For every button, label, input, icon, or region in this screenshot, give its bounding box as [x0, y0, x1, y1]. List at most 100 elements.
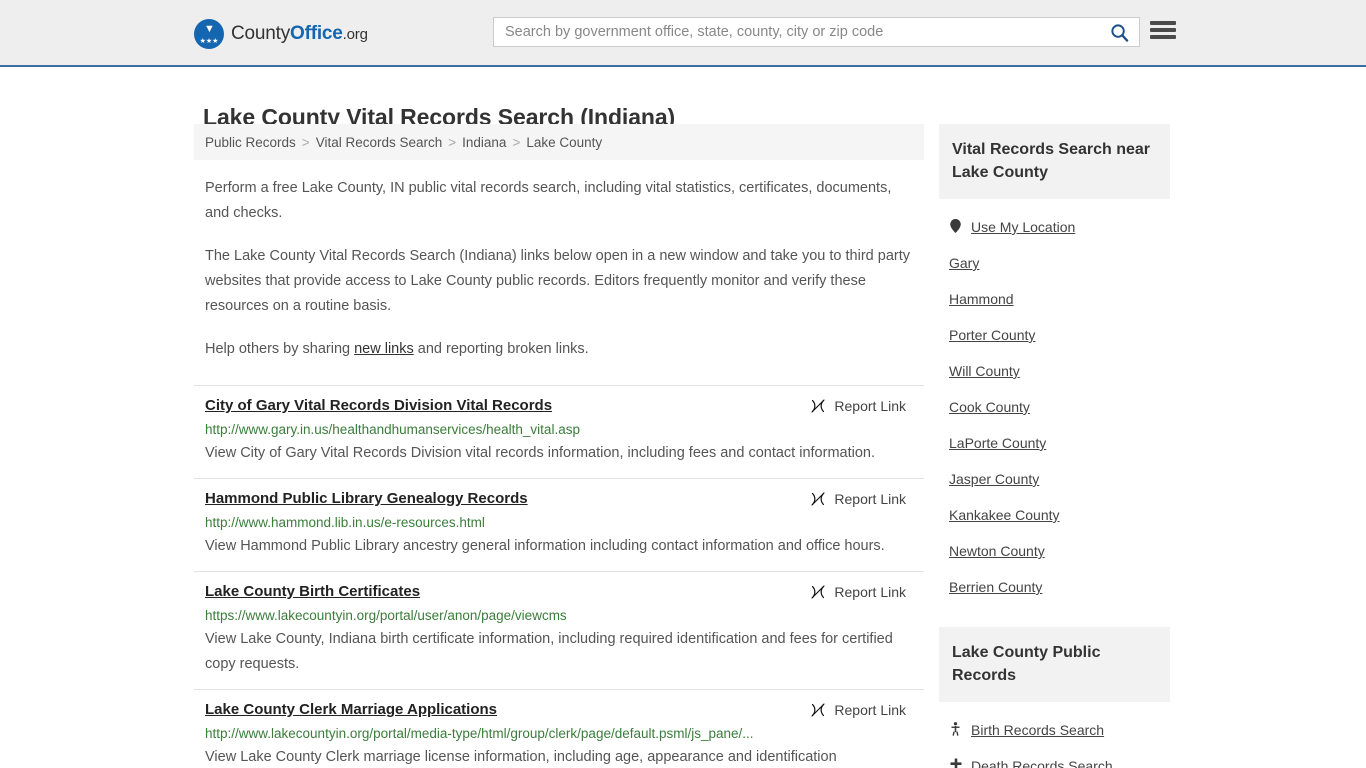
- result-url: http://www.hammond.lib.in.us/e-resources…: [205, 515, 485, 530]
- sidebar: Vital Records Search near Lake County Us…: [939, 124, 1170, 768]
- sidebar-link-label[interactable]: Hammond: [949, 291, 1014, 307]
- sidebar-item-birth-records-search[interactable]: Birth Records Search: [939, 712, 1170, 748]
- result-url: http://www.gary.in.us/healthandhumanserv…: [205, 422, 580, 437]
- logo-text-office: Office: [290, 23, 343, 44]
- site-header: ▼ ★★★ CountyOffice.org: [0, 0, 1366, 67]
- result-item: Lake County Birth Certificates Report Li…: [194, 571, 924, 689]
- sidebar-item-kankakee-county[interactable]: Kankakee County: [939, 497, 1170, 533]
- sidebar-item-death-records-search[interactable]: Death Records Search: [939, 748, 1170, 768]
- search-input[interactable]: [494, 19, 1099, 45]
- nearby-heading: Vital Records Search near Lake County: [952, 141, 1151, 181]
- sidebar-link-label[interactable]: Kankakee County: [949, 507, 1060, 523]
- sidebar-item-gary[interactable]: Gary: [939, 245, 1170, 281]
- public-records-heading: Lake County Public Records: [952, 644, 1101, 684]
- result-description: View Hammond Public Library ancestry gen…: [205, 538, 885, 554]
- report-link-label: Report Link: [834, 491, 906, 507]
- report-link-button[interactable]: Report Link: [810, 582, 913, 602]
- result-description: View City of Gary Vital Records Division…: [205, 445, 875, 461]
- nearby-panel-heading: Vital Records Search near Lake County: [939, 124, 1170, 199]
- sidebar-item-hammond[interactable]: Hammond: [939, 281, 1170, 317]
- eagle-shield-icon: ▼ ★★★: [194, 19, 224, 49]
- intro-paragraph-1: Perform a free Lake County, IN public vi…: [205, 180, 892, 221]
- result-title-link[interactable]: Lake County Birth Certificates: [205, 582, 420, 602]
- result-header: Lake County Birth Certificates Report Li…: [205, 582, 913, 602]
- report-link-label: Report Link: [834, 398, 906, 414]
- result-description: View Lake County Clerk marriage license …: [205, 749, 837, 765]
- sidebar-item-berrien-county[interactable]: Berrien County: [939, 569, 1170, 605]
- breadcrumb-separator: >: [301, 134, 310, 150]
- result-header: Hammond Public Library Genealogy Records…: [205, 489, 913, 509]
- sidebar-item-will-county[interactable]: Will County: [939, 353, 1170, 389]
- hamburger-menu-icon[interactable]: [1150, 19, 1176, 41]
- logo-text-county: County: [231, 23, 291, 44]
- public-records-list: Birth Records Search Death Records Searc…: [939, 702, 1170, 768]
- sidebar-item-use-my-location[interactable]: Use My Location: [939, 209, 1170, 245]
- site-logo[interactable]: ▼ ★★★ CountyOffice.org: [194, 19, 368, 49]
- sidebar-item-jasper-county[interactable]: Jasper County: [939, 461, 1170, 497]
- sidebar-link-label[interactable]: LaPorte County: [949, 435, 1046, 451]
- sidebar-link-label[interactable]: Porter County: [949, 327, 1035, 343]
- intro-paragraph-2: The Lake County Vital Records Search (In…: [205, 248, 910, 314]
- intro-text: Perform a free Lake County, IN public vi…: [194, 176, 924, 362]
- main-content: Public Records > Vital Records Search > …: [194, 124, 924, 768]
- report-link-button[interactable]: Report Link: [810, 396, 913, 416]
- result-url: http://www.lakecountyin.org/portal/media…: [205, 726, 754, 741]
- breadcrumb-item-indiana[interactable]: Indiana: [462, 135, 506, 150]
- result-list: City of Gary Vital Records Division Vita…: [194, 385, 924, 768]
- public-records-panel-heading: Lake County Public Records: [939, 627, 1170, 702]
- report-link-button[interactable]: Report Link: [810, 700, 913, 720]
- map-pin-icon: [949, 219, 962, 235]
- sidebar-item-porter-county[interactable]: Porter County: [939, 317, 1170, 353]
- intro-paragraph-3-post: and reporting broken links.: [413, 341, 589, 357]
- result-url: https://www.lakecountyin.org/portal/user…: [205, 608, 567, 623]
- breadcrumb: Public Records > Vital Records Search > …: [194, 124, 924, 160]
- search-icon: [1110, 23, 1128, 42]
- report-link-label: Report Link: [834, 584, 906, 600]
- breadcrumb-item-lake-county[interactable]: Lake County: [526, 135, 602, 150]
- intro-paragraph-3: Help others by sharing new links and rep…: [205, 337, 913, 362]
- result-description: View Lake County, Indiana birth certific…: [205, 631, 893, 672]
- broken-link-icon: [811, 399, 825, 413]
- intro-paragraph-3-pre: Help others by sharing: [205, 341, 355, 357]
- result-title-link[interactable]: City of Gary Vital Records Division Vita…: [205, 396, 552, 416]
- sidebar-link-label[interactable]: Cook County: [949, 399, 1030, 415]
- logo-text: CountyOffice.org: [231, 23, 368, 45]
- result-header: Lake County Clerk Marriage Applications …: [205, 700, 913, 720]
- report-link-button[interactable]: Report Link: [810, 489, 913, 509]
- result-header: City of Gary Vital Records Division Vita…: [205, 396, 913, 416]
- breadcrumb-separator: >: [448, 134, 457, 150]
- logo-text-org: .org: [342, 26, 368, 43]
- breadcrumb-separator: >: [512, 134, 521, 150]
- result-title-link[interactable]: Lake County Clerk Marriage Applications: [205, 700, 497, 720]
- sidebar-link-label[interactable]: Newton County: [949, 543, 1045, 559]
- search-button[interactable]: [1099, 18, 1139, 46]
- sidebar-link-label[interactable]: Berrien County: [949, 579, 1042, 595]
- sidebar-link-label[interactable]: Birth Records Search: [971, 722, 1104, 738]
- sidebar-item-laporte-county[interactable]: LaPorte County: [939, 425, 1170, 461]
- breadcrumb-item-vital-records-search[interactable]: Vital Records Search: [316, 135, 443, 150]
- sidebar-item-newton-county[interactable]: Newton County: [939, 533, 1170, 569]
- sidebar-link-label[interactable]: Death Records Search: [971, 758, 1113, 768]
- breadcrumb-item-public-records[interactable]: Public Records: [205, 135, 296, 150]
- hamburger-bar: [1150, 28, 1176, 32]
- new-links-link[interactable]: new links: [354, 341, 414, 357]
- report-link-label: Report Link: [834, 702, 906, 718]
- result-item: Lake County Clerk Marriage Applications …: [194, 689, 924, 768]
- sidebar-item-cook-county[interactable]: Cook County: [939, 389, 1170, 425]
- cross-icon: [949, 758, 962, 768]
- hamburger-bar: [1150, 35, 1176, 39]
- sidebar-link-label[interactable]: Use My Location: [971, 219, 1075, 235]
- sidebar-link-label[interactable]: Will County: [949, 363, 1020, 379]
- broken-link-icon: [811, 492, 825, 506]
- result-title-link[interactable]: Hammond Public Library Genealogy Records: [205, 489, 528, 509]
- search-bar: [493, 17, 1140, 47]
- hamburger-bar: [1150, 21, 1176, 25]
- broken-link-icon: [811, 703, 825, 717]
- broken-link-icon: [811, 585, 825, 599]
- result-item: Hammond Public Library Genealogy Records…: [194, 478, 924, 571]
- result-item: City of Gary Vital Records Division Vita…: [194, 385, 924, 478]
- nearby-list: Use My Location Gary Hammond Porter Coun…: [939, 199, 1170, 605]
- sidebar-link-label[interactable]: Gary: [949, 255, 979, 271]
- sidebar-link-label[interactable]: Jasper County: [949, 471, 1039, 487]
